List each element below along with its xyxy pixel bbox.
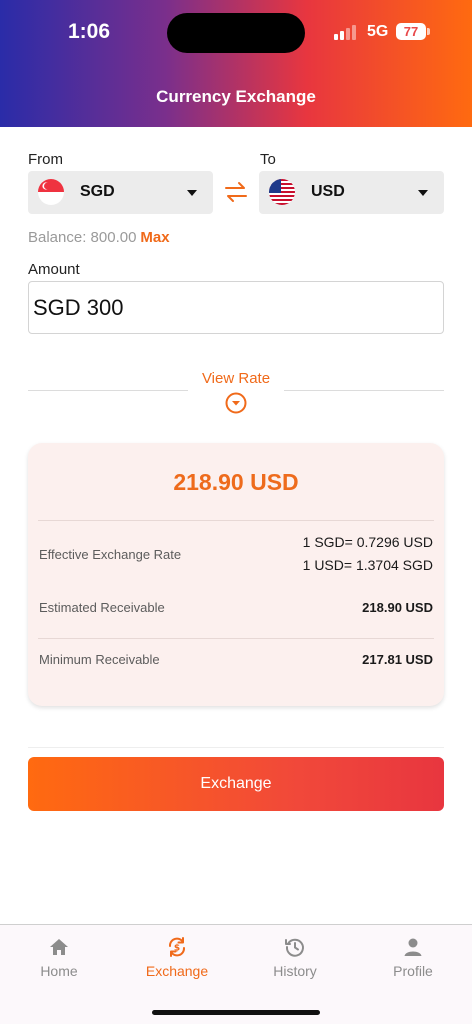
tab-profile[interactable]: Profile: [354, 925, 472, 995]
app-header: 1:06 5G 77 Currency Exchange: [0, 0, 472, 127]
divider-left: [28, 390, 188, 391]
view-rate-toggle[interactable]: View Rate: [188, 370, 284, 387]
chevron-down-circle-icon[interactable]: [225, 392, 247, 414]
battery-icon: 77: [396, 23, 426, 40]
cellular-signal-icon: [334, 24, 360, 40]
tab-home-label: Home: [40, 963, 78, 979]
page-title: Currency Exchange: [156, 87, 316, 106]
profile-icon: [404, 938, 422, 956]
receive-total: 218.90 USD: [173, 469, 299, 495]
usa-flag-icon: [269, 179, 295, 205]
tab-exchange[interactable]: $ Exchange: [118, 925, 236, 995]
divider-right: [284, 390, 444, 391]
from-currency-code: SGD: [80, 183, 115, 200]
effective-rate-usd-sgd: 1 USD= 1.3704 SGD: [302, 557, 433, 573]
singapore-flag-icon: [38, 179, 64, 205]
max-button[interactable]: Max: [140, 229, 169, 246]
balance-text: Balance: 800.00: [28, 229, 137, 246]
network-type: 5G: [367, 23, 389, 40]
minimum-receivable-label: Minimum Receivable: [39, 652, 160, 667]
exchange-icon: $: [169, 937, 185, 957]
to-label: To: [260, 151, 276, 168]
home-icon: [50, 939, 68, 955]
estimated-receivable-value: 218.90 USD: [362, 600, 433, 615]
swap-icon[interactable]: [224, 181, 248, 203]
bottom-tab-bar: Home $ Exchange History Profile: [0, 924, 472, 1024]
chevron-down-icon: [187, 190, 197, 196]
from-label: From: [28, 151, 63, 168]
home-indicator: [152, 1010, 320, 1015]
chevron-down-icon: [418, 190, 428, 196]
exchange-button[interactable]: Exchange: [28, 757, 444, 811]
tab-exchange-label: Exchange: [145, 963, 209, 979]
section-divider: [28, 747, 444, 748]
minimum-receivable-value: 217.81 USD: [362, 652, 433, 667]
exchange-summary-card: 218.90 USD Effective Exchange Rate 1 SGD…: [28, 443, 444, 706]
tab-history-label: History: [273, 963, 317, 979]
status-time: 1:06: [68, 20, 111, 43]
effective-rate-label: Effective Exchange Rate: [39, 547, 182, 562]
effective-rate-sgd-usd: 1 SGD= 0.7296 USD: [302, 534, 433, 550]
history-icon: [285, 938, 304, 957]
to-currency-code: USD: [311, 183, 345, 200]
tab-history[interactable]: History: [236, 925, 354, 995]
tab-home[interactable]: Home: [0, 925, 118, 995]
amount-label: Amount: [28, 261, 80, 278]
dynamic-island: [167, 13, 305, 53]
card-divider: [38, 638, 434, 639]
svg-text:$: $: [174, 944, 180, 954]
to-currency-select[interactable]: USD: [259, 171, 444, 214]
estimated-receivable-label: Estimated Receivable: [39, 600, 165, 615]
from-currency-select[interactable]: SGD: [28, 171, 213, 214]
tab-profile-label: Profile: [393, 963, 433, 979]
amount-input[interactable]: SGD 300: [28, 281, 444, 334]
balance-row: Balance: 800.00 Max: [28, 229, 170, 246]
card-divider: [38, 520, 434, 521]
battery-tip: [427, 28, 430, 35]
